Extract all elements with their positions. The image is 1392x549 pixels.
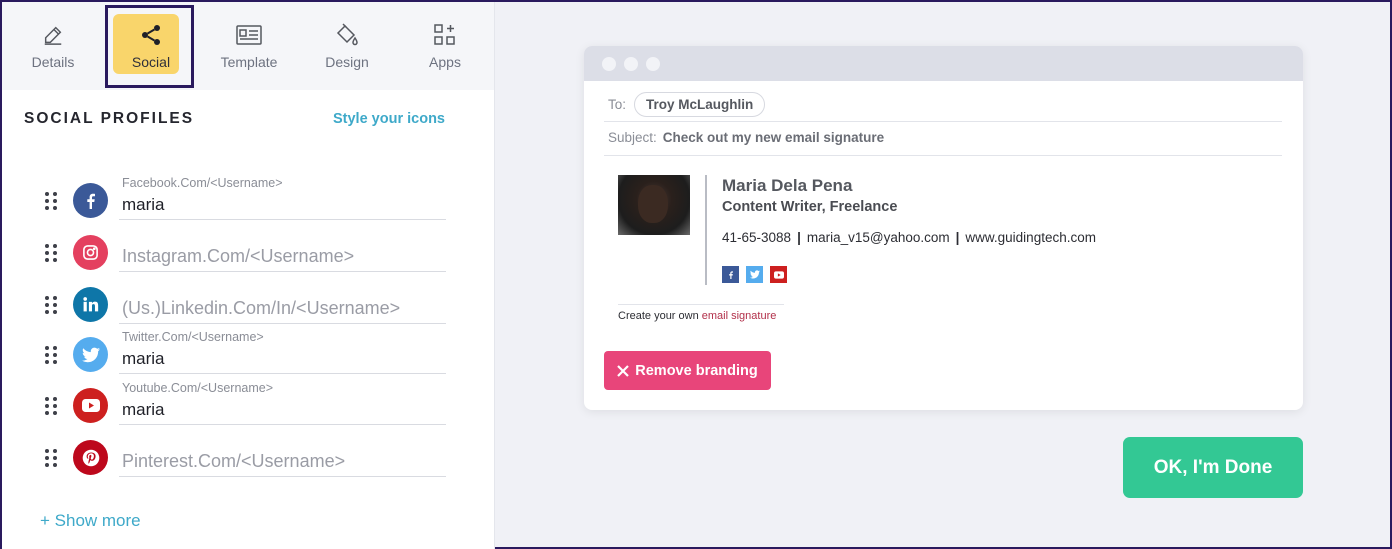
linkedin-icon [73,287,108,322]
twitter-field-label: Twitter.Com/<Username> [122,330,264,344]
profile-row-facebook: Facebook.Com/<Username> [2,174,462,226]
youtube-field-label: Youtube.Com/<Username> [122,381,274,395]
drag-handle-icon[interactable] [45,244,57,262]
tab-social[interactable]: Social [102,2,200,90]
signature-divider [705,175,707,285]
email-preview: To: Troy McLaughlin Subject: Check out my… [584,46,1303,410]
profile-row-youtube: Youtube.Com/<Username> [2,379,462,431]
instagram-icon [73,235,108,270]
close-icon [617,364,630,377]
tab-details[interactable]: Details [4,2,102,90]
tab-bar: Details Social Template Design Apps [2,2,494,90]
email-signature-link[interactable]: email signature [702,310,777,322]
tab-label: Apps [429,54,461,70]
apps-grid-icon [432,22,458,48]
youtube-input[interactable] [122,400,442,420]
twitter-icon [746,266,763,283]
tab-apps[interactable]: Apps [396,2,494,90]
show-more-link[interactable]: + Show more [40,511,141,531]
facebook-input[interactable] [122,195,442,215]
style-icons-link[interactable]: Style your icons [333,111,445,127]
drag-handle-icon[interactable] [45,449,57,467]
profile-row-linkedin [2,278,462,330]
tab-design[interactable]: Design [298,2,396,90]
signature-name: Maria Dela Pena [722,176,853,195]
pinterest-input[interactable] [122,452,442,472]
window-dot [602,57,616,71]
instagram-field [119,226,446,272]
to-label: To: [608,97,627,112]
profile-row-pinterest [2,431,462,483]
preview-window-bar [584,46,1303,81]
drag-handle-icon[interactable] [45,346,57,364]
subject-value: Check out my new email signature [662,130,885,145]
recipient-chip: Troy McLaughlin [634,92,766,117]
window-dot [624,57,638,71]
profile-photo [618,175,690,235]
drag-handle-icon[interactable] [45,397,57,415]
linkedin-field [119,278,446,324]
credit-text: Create your own [618,310,702,322]
profile-row-twitter: Twitter.Com/<Username> [2,328,462,380]
section-title: SOCIAL PROFILES [24,110,195,127]
share-icon [138,22,164,48]
linkedin-input[interactable] [122,299,442,319]
signature-title: Content Writer, Freelance [722,199,898,215]
to-row: To: Troy McLaughlin [608,92,766,117]
tab-template[interactable]: Template [200,2,298,90]
pinterest-field [119,431,446,477]
facebook-icon [73,183,108,218]
divider [604,121,1282,122]
pinterest-icon [73,440,108,475]
facebook-field: Facebook.Com/<Username> [119,174,446,220]
twitter-input[interactable] [122,349,442,369]
remove-branding-button[interactable]: Remove branding [604,351,771,390]
subject-row: Subject: Check out my new email signature [608,130,884,145]
window-dot [646,57,660,71]
signature-email: maria_v15@yahoo.com [806,230,950,245]
subject-label: Subject: [608,130,657,145]
remove-branding-label: Remove branding [635,362,758,379]
youtube-field: Youtube.Com/<Username> [119,379,446,425]
youtube-icon [73,388,108,423]
twitter-field: Twitter.Com/<Username> [119,328,446,374]
drag-handle-icon[interactable] [45,192,57,210]
social-profiles-header: SOCIAL PROFILES Style your icons [24,110,445,128]
tab-label: Social [131,54,171,70]
profile-row-instagram [2,226,462,278]
pencil-icon [40,22,66,48]
template-icon [236,22,262,48]
facebook-icon [722,266,739,283]
instagram-input[interactable] [122,247,442,267]
drag-handle-icon[interactable] [45,296,57,314]
branding-credit: Create your own email signature [618,310,776,322]
tab-label: Design [325,54,369,70]
editor-panel: Details Social Template Design Apps SOCI… [2,2,495,549]
signature-website: www.guidingtech.com [965,230,1096,245]
tab-label: Template [220,54,278,70]
twitter-icon [73,337,108,372]
divider [618,304,784,305]
done-button[interactable]: OK, I'm Done [1123,437,1303,498]
signature-phone: 41-65-3088 [722,230,792,245]
paint-bucket-icon [334,22,360,48]
facebook-field-label: Facebook.Com/<Username> [122,176,283,190]
tab-label: Details [31,54,75,70]
signature-social-icons [722,266,787,283]
signature-contacts: 41-65-3088 | maria_v15@yahoo.com | www.guidi… [722,230,1096,245]
divider [604,155,1282,156]
youtube-icon [770,266,787,283]
